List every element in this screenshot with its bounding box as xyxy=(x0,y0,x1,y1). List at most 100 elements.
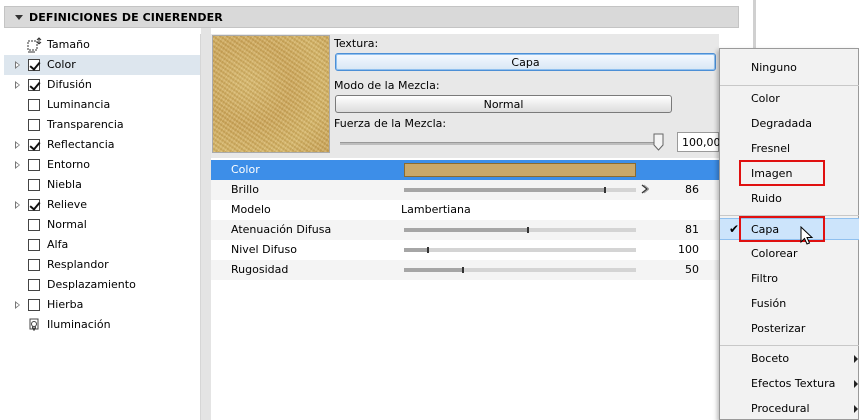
expand-arrow-icon[interactable] xyxy=(15,141,20,149)
channel-item-reflectancia[interactable]: Reflectancia xyxy=(4,135,200,155)
channel-checkbox[interactable] xyxy=(28,199,40,211)
channel-item-normal[interactable]: Normal xyxy=(4,215,200,235)
section-header[interactable]: DEFINICIONES DE CINERENDER xyxy=(4,6,739,28)
channel-item-label: Alfa xyxy=(47,238,69,251)
channel-checkbox[interactable] xyxy=(28,239,40,251)
blend-strength-input[interactable]: 100,00 xyxy=(677,132,721,152)
channel-checkbox[interactable] xyxy=(28,159,40,171)
property-row-modelo[interactable]: Modelo Lambertiana xyxy=(211,200,719,220)
channel-item-difusion[interactable]: Difusión xyxy=(4,75,200,95)
property-slider[interactable] xyxy=(404,247,636,253)
menu-item-label: Fusión xyxy=(751,297,787,310)
property-value: 50 xyxy=(685,263,699,276)
expand-arrow-icon[interactable] xyxy=(15,201,20,209)
channel-item-iluminacion[interactable]: Iluminación xyxy=(4,315,200,335)
channel-item-label: Normal xyxy=(47,218,87,231)
property-slider[interactable] xyxy=(404,227,636,233)
channel-item-relieve[interactable]: Relieve xyxy=(4,195,200,215)
channel-checkbox[interactable] xyxy=(28,119,40,131)
blend-mode-label: Modo de la Mezcla: xyxy=(334,79,440,92)
channel-item-label: Difusión xyxy=(47,78,92,91)
menu-item-efectos-textura[interactable]: Efectos Textura xyxy=(720,373,859,395)
menu-item-color[interactable]: Color xyxy=(720,88,859,110)
property-row-brillo[interactable]: Brillo 86 xyxy=(211,180,719,200)
channel-checkbox[interactable] xyxy=(28,79,40,91)
menu-item-imagen[interactable]: Imagen xyxy=(720,160,859,186)
channel-item-tamano[interactable]: Tamaño xyxy=(4,35,200,55)
color-swatch[interactable] xyxy=(404,163,636,177)
channel-checkbox[interactable] xyxy=(28,139,40,151)
property-label: Atenuación Difusa xyxy=(231,223,332,236)
menu-item-label: Ninguno xyxy=(751,61,797,74)
checkmark-icon: ✔ xyxy=(729,222,740,236)
menu-item-fresnel[interactable]: Fresnel xyxy=(720,138,859,160)
channel-checkbox[interactable] xyxy=(28,259,40,271)
texture-dropdown[interactable]: Capa xyxy=(335,53,716,71)
property-slider-marker[interactable] xyxy=(462,267,464,273)
channel-item-hierba[interactable]: Hierba xyxy=(4,295,200,315)
property-row-rugosidad[interactable]: Rugosidad 50 xyxy=(211,260,719,280)
menu-item-boceto[interactable]: Boceto xyxy=(720,348,859,370)
collapse-triangle-icon[interactable] xyxy=(15,14,23,20)
spinner-arrow-icon[interactable] xyxy=(641,183,650,195)
property-label: Modelo xyxy=(231,203,271,216)
channel-item-label: Resplandor xyxy=(47,258,109,271)
menu-item-ruido[interactable]: Ruido xyxy=(720,188,859,210)
channel-item-alfa[interactable]: Alfa xyxy=(4,235,200,255)
menu-item-ninguno[interactable]: Ninguno xyxy=(720,57,859,79)
menu-item-capa[interactable]: ✔ Capa xyxy=(720,216,859,242)
property-slider-marker[interactable] xyxy=(604,187,606,193)
channel-item-label: Reflectancia xyxy=(47,138,115,151)
property-value-text[interactable]: Lambertiana xyxy=(401,203,471,216)
menu-item-label: Procedural xyxy=(751,402,810,415)
channel-checkbox[interactable] xyxy=(28,59,40,71)
submenu-arrow-icon xyxy=(854,405,858,413)
property-row-nivel-difuso[interactable]: Nivel Difuso 100 xyxy=(211,240,719,260)
expand-arrow-icon[interactable] xyxy=(15,81,20,89)
menu-item-label: Posterizar xyxy=(751,322,806,335)
channel-checkbox[interactable] xyxy=(28,219,40,231)
channel-item-label: Color xyxy=(47,58,76,71)
channel-item-desplazamiento[interactable]: Desplazamiento xyxy=(4,275,200,295)
submenu-arrow-icon xyxy=(854,355,858,363)
channel-item-niebla[interactable]: Niebla xyxy=(4,175,200,195)
channel-item-label: Niebla xyxy=(47,178,82,191)
channel-item-luminancia[interactable]: Luminancia xyxy=(4,95,200,115)
menu-item-posterizar[interactable]: Posterizar xyxy=(720,318,859,340)
expand-arrow-icon[interactable] xyxy=(15,301,20,309)
channel-checkbox[interactable] xyxy=(28,279,40,291)
property-slider-fill xyxy=(404,248,427,252)
expand-arrow-icon[interactable] xyxy=(15,161,20,169)
channel-checkbox[interactable] xyxy=(28,99,40,111)
channel-item-color[interactable]: Color xyxy=(4,55,200,75)
menu-item-colorear[interactable]: Colorear xyxy=(720,243,859,265)
property-slider-marker[interactable] xyxy=(527,227,529,233)
property-slider[interactable] xyxy=(404,187,636,193)
blend-mode-dropdown[interactable]: Normal xyxy=(335,95,672,113)
menu-item-fusion[interactable]: Fusión xyxy=(720,293,859,315)
channel-item-entorno[interactable]: Entorno xyxy=(4,155,200,175)
property-row-color[interactable]: Color xyxy=(211,160,719,180)
menu-item-filtro[interactable]: Filtro xyxy=(720,268,859,290)
menu-item-procedural[interactable]: Procedural xyxy=(720,398,859,420)
highlight-box xyxy=(739,160,825,186)
blend-strength-slider-thumb[interactable] xyxy=(653,133,664,151)
channel-item-transparencia[interactable]: Transparencia xyxy=(4,115,200,135)
channel-item-label: Entorno xyxy=(47,158,90,171)
expand-arrow-icon[interactable] xyxy=(15,61,20,69)
blend-strength-slider-track[interactable] xyxy=(340,142,662,145)
property-table: Color Brillo 86 Modelo Lambertiana Atenuación… xyxy=(211,160,719,420)
mouse-cursor-icon xyxy=(800,226,814,245)
channel-item-label: Transparencia xyxy=(47,118,124,131)
property-slider[interactable] xyxy=(404,267,636,273)
property-slider-fill xyxy=(404,268,462,272)
menu-item-degradada[interactable]: Degradada xyxy=(720,113,859,135)
menu-item-label: Colorear xyxy=(751,247,798,260)
property-slider-marker[interactable] xyxy=(427,247,429,253)
channel-checkbox[interactable] xyxy=(28,179,40,191)
channel-item-resplandor[interactable]: Resplandor xyxy=(4,255,200,275)
texture-label: Textura: xyxy=(334,37,379,50)
property-row-atenuacion-difusa[interactable]: Atenuación Difusa 81 xyxy=(211,220,719,240)
channel-checkbox[interactable] xyxy=(28,299,40,311)
menu-separator xyxy=(720,345,859,346)
